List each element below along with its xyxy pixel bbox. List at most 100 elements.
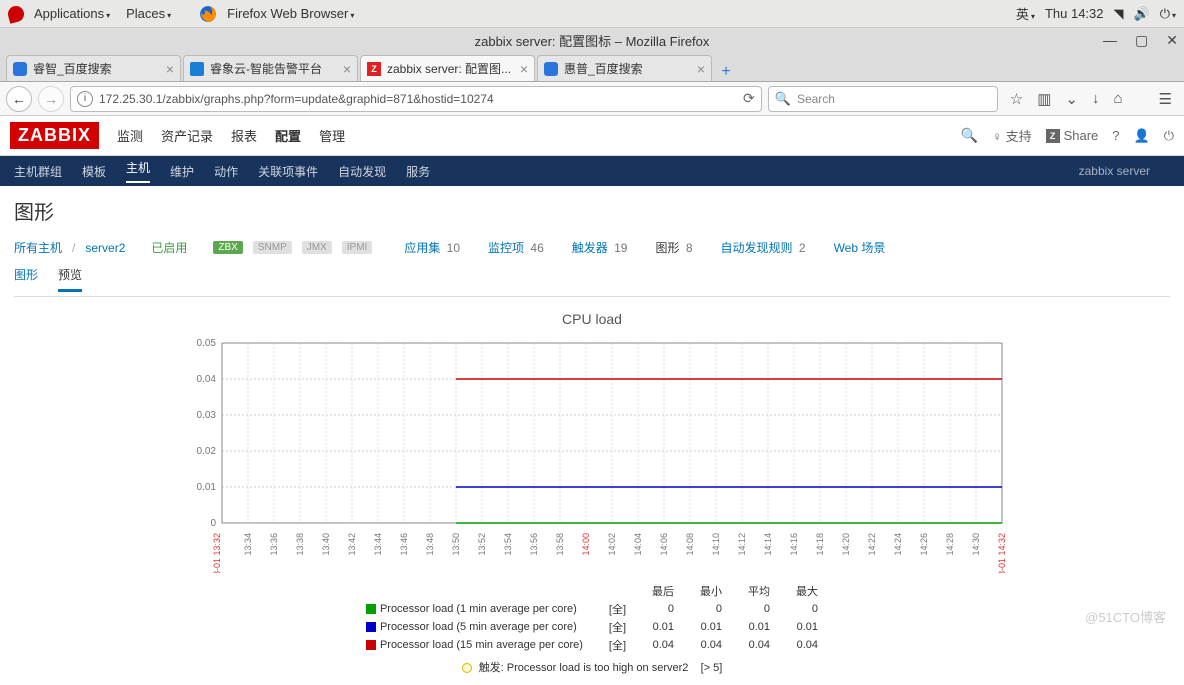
zabbix-main-menu: 监测 资产记录 报表 配置 管理 [117,126,345,145]
menu-monitoring[interactable]: 监测 [117,126,143,145]
library-icon[interactable]: ▥ [1037,90,1051,108]
svg-text:14:12: 14:12 [737,533,747,556]
chart-area: CPU load 00.010.020.030.040.0508-01 13:3… [14,311,1170,675]
volume-icon[interactable]: 🔊 [1134,6,1150,22]
gnome-places-menu[interactable]: Places▾ [120,4,177,23]
badge-snmp: SNMP [253,241,292,254]
link-graphs[interactable]: 图形 8 [655,239,692,256]
browser-tab[interactable]: 睿智_百度搜索× [6,55,181,81]
browser-tab-active[interactable]: Zzabbix server: 配置图...× [360,55,535,81]
browser-tab[interactable]: 惠普_百度搜索× [537,55,712,81]
new-tab-button[interactable]: + [714,63,738,81]
link-discovery[interactable]: 自动发现规则 2 [721,239,806,256]
user-icon[interactable]: 👤 [1134,128,1150,144]
tab-preview[interactable]: 预览 [58,266,82,292]
svg-text:14:16: 14:16 [789,533,799,556]
window-title: zabbix server: 配置图标 – Mozilla Firefox [475,31,710,50]
svg-text:14:06: 14:06 [659,533,669,556]
firefox-icon [199,5,217,23]
trigger-legend: 触发: Processor load is too high on server… [462,659,723,675]
window-minimize-button[interactable]: — [1103,32,1117,49]
svg-text:14:26: 14:26 [919,533,929,556]
gnome-applications-menu[interactable]: Applications▾ [28,4,116,23]
svg-text:0.03: 0.03 [197,410,217,421]
gnome-clock[interactable]: Thu 14:32 [1045,6,1104,21]
link-web[interactable]: Web 场景 [834,239,886,256]
subnav-services[interactable]: 服务 [406,163,430,180]
menu-administration[interactable]: 管理 [319,126,345,145]
subnav-maintenance[interactable]: 维护 [170,163,194,180]
bc-allhosts[interactable]: 所有主机 [14,239,62,256]
svg-text:0: 0 [210,518,216,529]
downloads-icon[interactable]: ↓ [1092,90,1100,107]
url-text: 172.25.30.1/zabbix/graphs.php?form=updat… [99,92,494,106]
url-bar[interactable]: i 172.25.30.1/zabbix/graphs.php?form=upd… [70,86,762,112]
menu-inventory[interactable]: 资产记录 [161,126,213,145]
subnav-discovery[interactable]: 自动发现 [338,163,386,180]
hamburger-menu[interactable]: ☰ [1159,90,1172,108]
menu-configuration[interactable]: 配置 [275,126,301,145]
reload-icon[interactable]: ⟳ [743,90,755,107]
power-icon[interactable]: ⏻▾ [1160,6,1176,22]
svg-text:13:34: 13:34 [243,533,253,556]
tab-close-icon[interactable]: × [343,61,351,77]
link-items[interactable]: 监控项 46 [488,239,544,256]
svg-text:13:44: 13:44 [373,533,383,556]
search-bar[interactable]: 🔍 Search [768,86,998,112]
zabbix-logo[interactable]: ZABBIX [10,122,99,149]
svg-text:13:40: 13:40 [321,533,331,556]
tab-close-icon[interactable]: × [697,61,705,77]
badge-jmx: JMX [302,241,332,254]
search-icon: 🔍 [775,91,791,107]
support-link[interactable]: ♀ 支持 [992,126,1031,145]
forward-button[interactable]: → [38,86,64,112]
window-close-button[interactable]: ✕ [1166,32,1178,49]
svg-text:14:30: 14:30 [971,533,981,556]
zabbix-favicon: Z [367,62,381,76]
firefox-toolbar: ← → i 172.25.30.1/zabbix/graphs.php?form… [0,82,1184,116]
share-link[interactable]: ZShare [1046,128,1099,143]
zabbix-header: ZABBIX 监测 资产记录 报表 配置 管理 🔍 ♀ 支持 ZShare ? … [0,116,1184,156]
network-icon[interactable]: ◥ [1114,6,1124,22]
svg-text:14:24: 14:24 [893,533,903,556]
svg-text:14:04: 14:04 [633,533,643,556]
link-applications[interactable]: 应用集 10 [404,239,460,256]
help-icon[interactable]: ? [1112,128,1119,143]
svg-text:0.05: 0.05 [197,338,217,349]
back-button[interactable]: ← [6,86,32,112]
watermark: @51CTO博客 [1085,607,1166,626]
baidu-favicon [544,62,558,76]
logout-icon[interactable]: ⏻ [1164,128,1174,144]
window-maximize-button[interactable]: ▢ [1135,32,1148,49]
search-icon[interactable]: 🔍 [961,127,978,144]
menu-reports[interactable]: 报表 [231,126,257,145]
browser-tab[interactable]: 睿象云-智能告警平台× [183,55,358,81]
subnav-hostgroups[interactable]: 主机群组 [14,163,62,180]
gnome-input-lang[interactable]: 英▾ [1016,4,1035,23]
site-info-icon[interactable]: i [77,91,93,107]
svg-text:13:36: 13:36 [269,533,279,556]
tab-close-icon[interactable]: × [520,61,528,77]
pocket-icon[interactable]: ⌄ [1065,90,1078,108]
graph-tabs: 图形 预览 [14,266,1170,292]
svg-text:08-01 14:32: 08-01 14:32 [997,533,1007,573]
link-triggers[interactable]: 触发器 19 [572,239,628,256]
subnav-actions[interactable]: 动作 [214,163,238,180]
svg-text:13:52: 13:52 [477,533,487,556]
chart-legend: 最后最小平均最大Processor load (1 min average pe… [14,581,1170,675]
zabbix-subnav: 主机群组 模板 主机 维护 动作 关联项事件 自动发现 服务 zabbix se… [0,156,1184,186]
svg-text:13:48: 13:48 [425,533,435,556]
tab-graph[interactable]: 图形 [14,266,38,292]
svg-text:13:42: 13:42 [347,533,357,556]
subnav-correlation[interactable]: 关联项事件 [258,163,318,180]
bookmark-star-icon[interactable]: ☆ [1010,90,1023,108]
gnome-active-app[interactable]: Firefox Web Browser▾ [221,4,360,23]
page-title: 图形 [14,196,1170,225]
zabbix-search-input[interactable] [827,128,947,143]
svg-text:14:02: 14:02 [607,533,617,556]
tab-close-icon[interactable]: × [166,61,174,77]
home-button[interactable]: ⌂ [1113,90,1122,107]
bc-host[interactable]: server2 [85,241,125,255]
subnav-hosts[interactable]: 主机 [126,159,150,183]
subnav-templates[interactable]: 模板 [82,163,106,180]
